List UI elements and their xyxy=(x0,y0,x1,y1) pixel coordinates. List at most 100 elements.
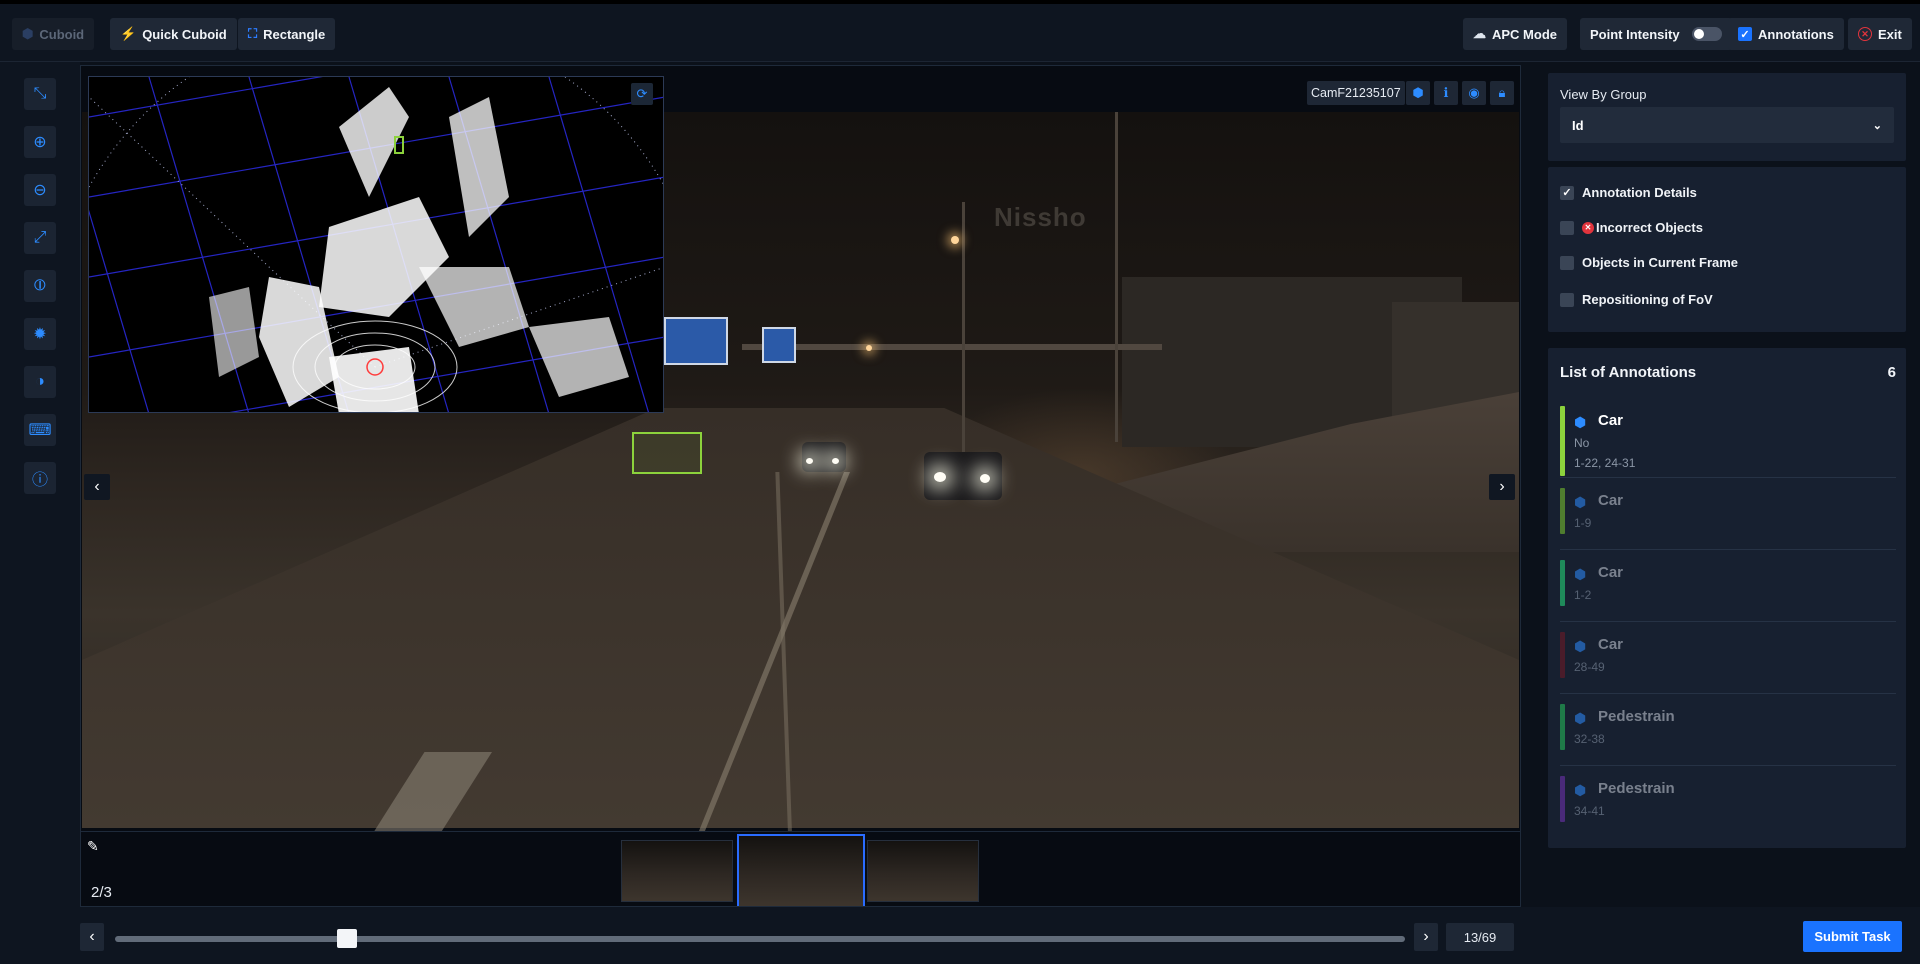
magic-wand-icon[interactable]: ✎ xyxy=(87,838,99,855)
frame-indicator: 13/69 xyxy=(1446,923,1514,951)
point-intensity-label: Point Intensity xyxy=(1590,26,1680,42)
annotation-name: Pedestrain xyxy=(1598,708,1675,725)
annotation-item[interactable]: ⬢ Car 1-2 xyxy=(1560,550,1896,622)
refresh-icon[interactable]: ⟳ xyxy=(631,83,653,105)
sign-gantry xyxy=(742,344,1162,350)
info-icon[interactable]: ℹ xyxy=(1434,81,1458,105)
checkbox[interactable] xyxy=(1560,255,1574,270)
option-objects-current-frame[interactable]: Objects in Current Frame xyxy=(1560,255,1738,270)
cube-icon[interactable]: ⬢ xyxy=(1406,81,1430,105)
next-frame-button[interactable]: › xyxy=(1414,923,1438,951)
close-circle-icon: ✕ xyxy=(1858,27,1872,41)
annotation-item[interactable]: ⬢ Car 1-9 xyxy=(1560,478,1896,550)
annotations-label: Annotations xyxy=(1758,26,1834,42)
cube-icon: ⬢ xyxy=(1574,710,1587,726)
apc-mode-label: APC Mode xyxy=(1492,26,1557,42)
top-toolbar: ⬢ Cuboid ⚡ Quick Cuboid ⛶ Rectangle ☁ AP… xyxy=(0,0,1920,62)
option-label: Annotation Details xyxy=(1582,185,1697,200)
lamp xyxy=(866,345,872,351)
annotation-frame-range: 1-22, 24-31 xyxy=(1574,456,1636,470)
apc-mode-button[interactable]: ☁ APC Mode xyxy=(1463,18,1567,50)
exit-label: Exit xyxy=(1878,26,1902,42)
cube-icon: ⬢ xyxy=(22,26,34,41)
headlight xyxy=(806,458,813,464)
cube-icon: ⬢ xyxy=(1574,638,1587,654)
annotation-color-bar xyxy=(1560,560,1565,606)
chevron-down-icon: ⌄ xyxy=(1872,119,1882,132)
fit-screen-icon[interactable]: ⤢ xyxy=(24,222,56,254)
cuboid-label: Cuboid xyxy=(39,26,85,42)
streetlight xyxy=(1115,112,1118,442)
zoom-in-icon[interactable]: ⊕ xyxy=(24,126,56,158)
lock-icon[interactable]: 🔒︎ xyxy=(1490,81,1514,105)
annotation-item[interactable]: ⬢ Pedestrain 32-38 xyxy=(1560,694,1896,766)
annotations-toggle[interactable]: ✓ Annotations xyxy=(1728,18,1844,50)
cube-icon: ⬢ xyxy=(1574,494,1587,510)
annotation-item[interactable]: ⬢ Car 28-49 xyxy=(1560,622,1896,694)
option-repositioning-fov[interactable]: Repositioning of FoV xyxy=(1560,292,1713,307)
annotation-color-bar xyxy=(1560,776,1565,822)
contrast-icon[interactable]: ◑ xyxy=(24,366,56,398)
cube-icon: ⬢ xyxy=(1574,414,1587,430)
option-annotation-details[interactable]: ✓ Annotation Details xyxy=(1560,185,1697,200)
cloud-upload-icon: ☁ xyxy=(1473,26,1486,41)
prev-camera-button[interactable]: ‹ xyxy=(84,474,110,500)
annotation-frame-range: 32-38 xyxy=(1574,732,1605,746)
lamp xyxy=(951,236,959,244)
annotations-checkbox[interactable]: ✓ xyxy=(1738,27,1752,41)
road-sign xyxy=(762,327,796,363)
camera-thumbnail[interactable] xyxy=(621,840,733,902)
nissho-sign: Nissho xyxy=(994,202,1087,232)
group-select[interactable]: Id ⌄ xyxy=(1560,107,1894,143)
option-label: Objects in Current Frame xyxy=(1582,255,1739,270)
timeline-slider-handle[interactable] xyxy=(337,929,358,948)
submit-task-button[interactable]: Submit Task xyxy=(1803,921,1902,952)
camera-name: CamF21235107 xyxy=(1307,81,1405,105)
annotation-frame-range: 1-9 xyxy=(1574,516,1592,530)
checkbox[interactable]: ✓ xyxy=(1560,185,1574,200)
annotation-color-bar xyxy=(1560,632,1565,678)
checkbox[interactable] xyxy=(1560,292,1574,307)
crosshair-icon[interactable]: ⦶ xyxy=(24,270,56,302)
brightness-icon[interactable]: ✹ xyxy=(24,318,56,350)
lightning-icon: ⚡ xyxy=(120,26,137,41)
lidar-point-cloud-view[interactable]: ⟳ xyxy=(88,76,664,413)
checkbox[interactable] xyxy=(1560,220,1574,235)
cuboid-annotation-box[interactable] xyxy=(632,432,702,474)
zoom-out-icon[interactable]: ⊖ xyxy=(24,174,56,206)
annotation-item[interactable]: ⬢ Car No 1-22, 24-31 xyxy=(1560,406,1896,478)
prev-frame-button[interactable]: ‹ xyxy=(80,923,104,951)
keyboard-icon[interactable]: ⌨ xyxy=(24,414,56,446)
cube-icon: ⬢ xyxy=(1574,566,1587,582)
headlight xyxy=(934,472,946,482)
annotation-frame-range: 34-41 xyxy=(1574,804,1605,818)
compress-icon[interactable]: ⤡ xyxy=(24,78,56,110)
headlight xyxy=(832,458,839,464)
next-camera-button[interactable]: › xyxy=(1489,474,1515,500)
rectangle-tool-button[interactable]: ⛶ Rectangle xyxy=(238,18,336,50)
point-intensity-control[interactable]: Point Intensity xyxy=(1580,18,1732,50)
timeline-bar: ‹ › 13/69 Submit Task xyxy=(0,907,1920,964)
camera-thumbnail[interactable] xyxy=(867,840,979,902)
point-cloud-canvas xyxy=(89,77,663,412)
annotation-item[interactable]: ⬢ Pedestrain 34-41 xyxy=(1560,766,1896,838)
group-select-value: Id xyxy=(1572,117,1584,133)
annotation-name: Car xyxy=(1598,564,1624,581)
point-intensity-toggle[interactable] xyxy=(1691,27,1722,41)
streetlight xyxy=(962,202,965,452)
cuboid-tool-button[interactable]: ⬢ Cuboid xyxy=(12,18,95,50)
quick-cuboid-button[interactable]: ⚡ Quick Cuboid xyxy=(110,18,237,50)
annotation-frame-range: 28-49 xyxy=(1574,660,1605,674)
camera-thumbnail-active[interactable] xyxy=(737,834,865,906)
annotation-name: Pedestrain xyxy=(1598,780,1675,797)
camera-viewer[interactable]: Nissho CamF21235107 ⬢ ℹ ◉ 🔒︎ ‹ › ⟳ ✎ 2/3 xyxy=(80,65,1521,907)
car xyxy=(802,442,846,472)
annotation-color-bar xyxy=(1560,488,1565,534)
eye-icon[interactable]: ◉ xyxy=(1462,81,1486,105)
display-options-panel: ✓ Annotation Details ✕ Incorrect Objects… xyxy=(1548,167,1906,332)
option-incorrect-objects[interactable]: ✕ Incorrect Objects xyxy=(1560,220,1703,235)
info-icon[interactable]: ⓘ xyxy=(24,462,56,494)
exit-button[interactable]: ✕ Exit xyxy=(1848,18,1912,50)
timeline-slider[interactable] xyxy=(115,936,1405,942)
camera-filmstrip: ✎ 2/3 xyxy=(81,831,1520,906)
